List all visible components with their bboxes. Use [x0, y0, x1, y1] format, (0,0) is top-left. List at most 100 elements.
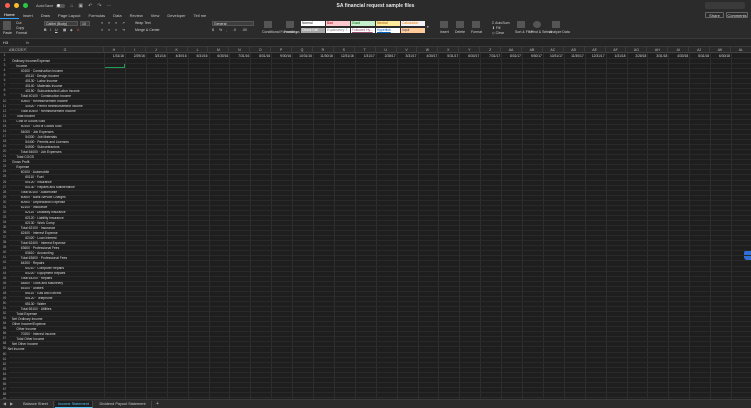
column-header-i[interactable]: I [125, 47, 146, 53]
column-header-j[interactable]: J [146, 47, 167, 53]
paste-button[interactable]: Paste [3, 31, 12, 35]
column-header-r[interactable]: R [313, 47, 334, 53]
tab-formulas[interactable]: Formulas [85, 11, 110, 19]
autosave-toggle[interactable] [56, 3, 66, 8]
account-label[interactable]: Total 60100 · Automobile [21, 190, 57, 194]
account-label[interactable]: Cost of Goods Sold [16, 119, 45, 123]
font-color-icon[interactable]: A [77, 28, 79, 32]
styles-more-icon[interactable]: ▾ [427, 25, 429, 29]
borders-icon[interactable]: ▦ [63, 28, 66, 32]
column-header-ag[interactable]: AG [627, 47, 648, 53]
account-label[interactable]: Net Income [8, 347, 25, 351]
account-label[interactable]: Total Income [16, 114, 35, 118]
column-header-w[interactable]: W [418, 47, 439, 53]
format-as-table-icon[interactable] [286, 21, 294, 28]
account-label[interactable]: 40110 · Design Income [25, 74, 59, 78]
sheet-tab-balance-sheet[interactable]: Balance Sheet [18, 401, 54, 408]
undo-icon[interactable]: ↶ [88, 3, 92, 9]
wrap-text-button[interactable]: Wrap Text [135, 21, 151, 25]
column-header-k[interactable]: K [167, 47, 188, 53]
date-header-cell[interactable]: 3/31/17 [397, 54, 416, 58]
date-header-cell[interactable]: 5/31/16 [188, 54, 207, 58]
copy-button[interactable]: Copy [16, 26, 24, 30]
account-label[interactable]: 62120 · Liability Insurance [25, 216, 64, 220]
account-label[interactable]: 63610 · Accounting [25, 251, 53, 255]
align-center-icon[interactable]: ≡ [108, 28, 110, 32]
date-header-cell[interactable]: 10/31/17 [543, 54, 563, 58]
font-size-select[interactable]: 10 [80, 21, 90, 26]
account-label[interactable]: 60120 · Insurance [25, 180, 52, 184]
insert-cells-icon[interactable] [440, 21, 448, 28]
style-hyperlink[interactable]: Hyperlink [376, 28, 400, 33]
tab-data[interactable]: Data [109, 11, 125, 19]
account-label[interactable]: 62110 · Disability Insurance [25, 210, 65, 214]
date-header-cell[interactable]: 5/31/17 [438, 54, 458, 58]
indent-icon[interactable]: ⇥ [122, 28, 125, 32]
account-label[interactable]: 40140 · Materials Income [25, 84, 62, 88]
account-label[interactable]: 60900 · Depreciation Expense [21, 200, 65, 204]
format-cells-icon[interactable] [472, 21, 480, 28]
account-label[interactable]: Total 62100 · Insurance [21, 226, 55, 230]
account-label[interactable]: Expense [16, 165, 29, 169]
date-header-cell[interactable]: 3/31/16 [146, 54, 166, 58]
tab-insert[interactable]: Insert [19, 11, 37, 19]
zoom-window-icon[interactable] [23, 3, 28, 8]
date-header-cell[interactable]: 10/31/16 [292, 54, 312, 58]
column-header-x[interactable]: X [438, 47, 460, 53]
align-bottom-icon[interactable]: ≡ [115, 21, 117, 25]
italic-button[interactable]: I [50, 28, 51, 32]
column-header-al[interactable]: AL [731, 47, 751, 53]
redo-icon[interactable]: ↷ [97, 3, 101, 9]
column-header-ab[interactable]: AB [522, 47, 543, 53]
prev-sheet-icon[interactable]: ◀ [3, 401, 6, 406]
number-format-select[interactable]: General [212, 21, 254, 26]
account-label[interactable]: Total 64200 · Repairs [21, 276, 52, 280]
account-label[interactable]: Total 40500 · Reimbursement Income [21, 109, 76, 113]
add-sheet-icon[interactable]: + [156, 401, 159, 408]
currency-icon[interactable]: $ [212, 28, 214, 32]
more-icon[interactable]: ··· [107, 3, 112, 9]
tab-review[interactable]: Review [126, 11, 147, 19]
column-header-t[interactable]: T [355, 47, 376, 53]
tab-home[interactable]: Home [0, 11, 19, 19]
delete-cells-button[interactable]: Delete [455, 30, 465, 34]
date-header-cell[interactable]: 3/31/18 [647, 54, 667, 58]
tab-developer[interactable]: Developer [163, 11, 189, 19]
date-header-cell[interactable]: 11/30/16 [313, 54, 333, 58]
account-label[interactable]: 64800 · Tools and Machinery [21, 281, 63, 285]
account-label[interactable]: Income [16, 64, 27, 68]
date-header-cell[interactable]: 6/30/16 [209, 54, 228, 58]
account-label[interactable]: 40130 · Labor Income [25, 79, 57, 83]
account-label[interactable]: 40150 · Subcontracted Labor Income [25, 89, 79, 93]
tab-tell-me[interactable]: Tell me [190, 11, 211, 19]
name-box[interactable]: H3 [2, 40, 22, 46]
tab-view[interactable]: View [147, 11, 164, 19]
tab-draw[interactable]: Draw [37, 11, 54, 19]
account-label[interactable]: 64200 · Repairs [21, 261, 44, 265]
clear-button[interactable]: ◇ Clear [492, 31, 504, 35]
account-label[interactable]: 60110 · Fuel [25, 175, 43, 179]
account-label[interactable]: Other Income [16, 327, 36, 331]
search-input[interactable] [705, 2, 745, 9]
date-header-cell[interactable]: 4/30/17 [418, 54, 437, 58]
account-label[interactable]: 65110 · Gas and Electric [25, 291, 61, 295]
account-label[interactable]: 70200 · Interest Income [21, 332, 56, 336]
column-header-o[interactable]: O [250, 47, 272, 53]
account-label[interactable]: Total 65100 · Utilities [21, 307, 52, 311]
date-header-cell[interactable]: 11/30/17 [564, 54, 584, 58]
share-button[interactable]: Share [705, 12, 724, 18]
account-label[interactable]: 64220 · Equipment Repairs [25, 271, 65, 275]
analyze-data-button[interactable]: Analyze Data [549, 30, 570, 34]
style-normal[interactable]: Normal [301, 21, 325, 26]
style-calculation[interactable]: Calculation [401, 21, 425, 26]
minimize-window-icon[interactable] [14, 3, 19, 8]
style-neutral[interactable]: Neutral [376, 21, 400, 26]
style-good[interactable]: Good [351, 21, 375, 26]
fill-color-icon[interactable]: ◈ [70, 28, 73, 32]
tab-page-layout[interactable]: Page Layout [54, 11, 84, 19]
decrease-decimal-icon[interactable]: .00 [242, 28, 247, 32]
account-label[interactable]: Total 62400 · Interest Expense [21, 241, 66, 245]
account-label[interactable]: Net Ordinary Income [12, 317, 42, 321]
column-header-ak[interactable]: AK [710, 47, 731, 53]
save-icon[interactable]: ▣ [78, 3, 83, 9]
